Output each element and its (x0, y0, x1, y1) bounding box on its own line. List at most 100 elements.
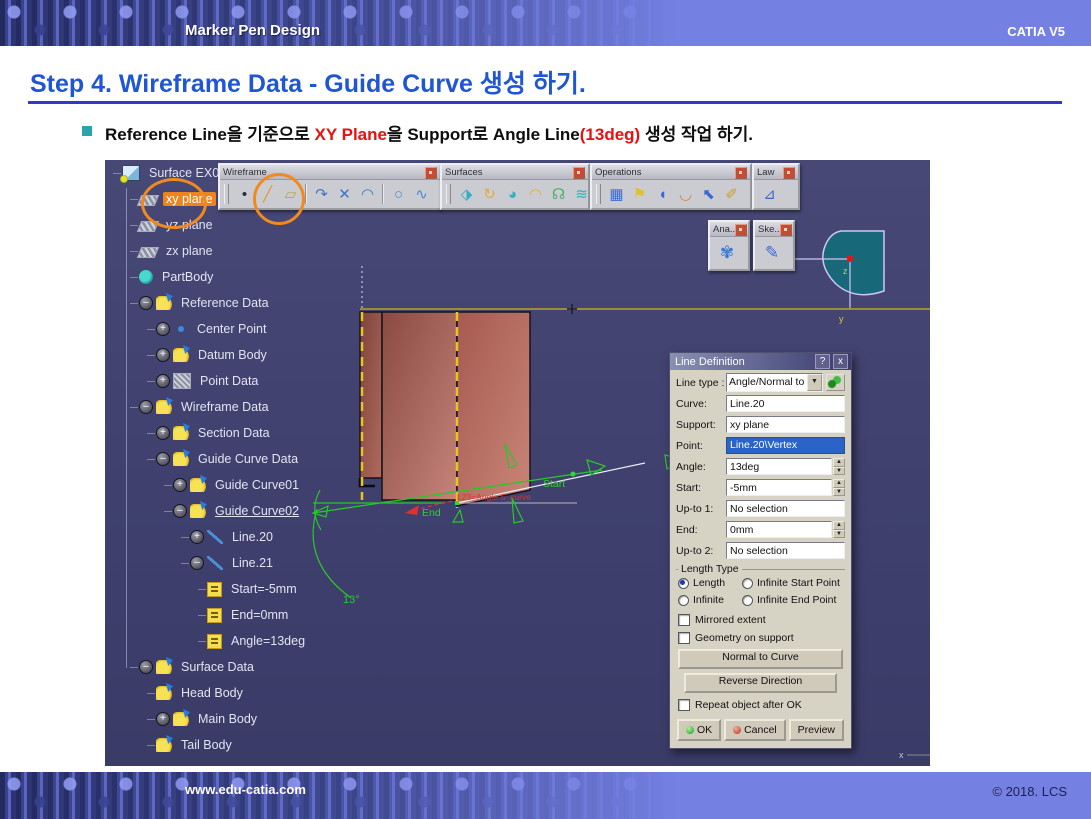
tree-item-label[interactable]: Guide Curve02 (212, 504, 302, 518)
tree-item-label[interactable]: Section Data (195, 426, 273, 440)
tree-item-label[interactable]: Datum Body (195, 348, 270, 362)
sketch-icon[interactable]: ✎ (759, 240, 785, 266)
close-icon[interactable] (780, 224, 792, 236)
join-icon[interactable]: ▦ (605, 183, 628, 205)
line-type-select[interactable]: Angle/Normal to curve ▼ (726, 373, 823, 392)
end-spinner[interactable]: ▲▼ (833, 521, 845, 538)
tree-item-label[interactable]: Main Body (195, 712, 260, 726)
upto1-field[interactable] (726, 500, 845, 517)
expander-minus-icon[interactable]: – (156, 452, 170, 466)
offset-surface-icon[interactable]: ◠ (524, 183, 547, 205)
preview-button[interactable]: Preview (789, 719, 844, 741)
trim-icon[interactable]: ◖ (651, 183, 674, 205)
radio-infinite-start-point[interactable]: Infinite Start Point (742, 577, 843, 589)
checkbox-icon[interactable] (678, 632, 690, 644)
curvature-analysis-icon[interactable]: ✾ (714, 240, 740, 266)
tree-item-label[interactable]: Surface EX08 (146, 166, 229, 180)
tree-item-label[interactable]: Guide Curve Data (195, 452, 301, 466)
tree-item-label[interactable]: Angle=13deg (228, 634, 308, 648)
close-icon[interactable]: x (833, 354, 848, 369)
projection-curve-icon[interactable]: ↷ (310, 183, 333, 205)
split-icon[interactable]: ⚑ (628, 183, 651, 205)
expander-plus-icon[interactable]: + (156, 348, 170, 362)
close-icon[interactable] (425, 167, 437, 179)
tree-item-label[interactable]: End=0mm (228, 608, 291, 622)
toolbar-grip[interactable] (596, 184, 601, 204)
point-field[interactable]: Line.20\Vertex (726, 437, 845, 454)
expander-minus-icon[interactable]: – (139, 400, 153, 414)
tree-item-label[interactable]: Reference Data (178, 296, 272, 310)
tree-row: + Guide Curve01 (107, 472, 308, 498)
expander-plus-icon[interactable]: + (156, 712, 170, 726)
extrapolate-icon[interactable]: ✐ (720, 183, 743, 205)
end-field[interactable] (726, 521, 832, 538)
spline-icon[interactable]: ∿ (410, 183, 433, 205)
expander-plus-icon[interactable]: + (190, 530, 204, 544)
tree-item-label[interactable]: Tail Body (178, 738, 235, 752)
sphere-surface-icon[interactable]: ◕ (501, 183, 524, 205)
law-icon[interactable]: ⊿ (758, 183, 781, 205)
checkbox-mirrored-extent[interactable]: Mirrored extent (678, 614, 843, 626)
tree-item-label[interactable]: zx plane (163, 244, 216, 258)
revolve-surface-icon[interactable]: ↻ (478, 183, 501, 205)
start-spinner[interactable]: ▲▼ (833, 479, 845, 496)
circle-icon[interactable]: ○ (387, 183, 410, 205)
expander-minus-icon[interactable]: – (173, 504, 187, 518)
mode-toggle-icon[interactable] (826, 374, 845, 391)
upto2-field[interactable] (726, 542, 845, 559)
toolbar-grip[interactable] (446, 184, 451, 204)
tree-item-label[interactable]: Guide Curve01 (212, 478, 302, 492)
website-link[interactable]: www.edu-catia.com (185, 782, 306, 797)
tree-item-label[interactable]: Line.20 (229, 530, 276, 544)
close-icon[interactable] (735, 167, 747, 179)
radio-infinite-end-point[interactable]: Infinite End Point (742, 594, 843, 606)
start-field[interactable] (726, 479, 832, 496)
tree-item-label[interactable]: Surface Data (178, 660, 257, 674)
expander-minus-icon[interactable]: – (190, 556, 204, 570)
tree-item-label[interactable]: Head Body (178, 686, 246, 700)
ok-button[interactable]: OK (677, 719, 721, 741)
close-icon[interactable] (783, 167, 795, 179)
normal-to-curve-button[interactable]: Normal to Curve (678, 649, 843, 669)
cancel-button[interactable]: Cancel (724, 719, 786, 741)
extrude-surface-icon[interactable]: ⬗ (455, 183, 478, 205)
repeat-object-checkbox[interactable]: Repeat object after OK (678, 699, 843, 711)
expander-plus-icon[interactable]: + (156, 322, 170, 336)
close-icon[interactable] (573, 167, 585, 179)
close-icon[interactable] (735, 224, 747, 236)
tree-item-label[interactable]: Wireframe Data (178, 400, 272, 414)
tree-item-label[interactable]: Start=-5mm (228, 582, 300, 596)
toolbar-grip[interactable] (224, 184, 229, 204)
radio-infinite[interactable]: Infinite (678, 594, 742, 606)
intersection-curve-icon[interactable]: ✕ (333, 183, 356, 205)
help-icon[interactable]: ? (815, 354, 830, 369)
radio-length[interactable]: Length (678, 577, 742, 589)
expander-minus-icon[interactable]: – (139, 296, 153, 310)
expander-plus-icon[interactable]: + (173, 478, 187, 492)
radio-icon[interactable] (742, 578, 753, 589)
tree-item-label[interactable]: Line.21 (229, 556, 276, 570)
curve-field[interactable] (726, 395, 845, 412)
expander-minus-icon[interactable]: – (139, 660, 153, 674)
checkbox-icon[interactable] (678, 699, 690, 711)
angle-field[interactable] (726, 458, 832, 475)
radio-icon[interactable] (678, 578, 689, 589)
chevron-down-icon[interactable]: ▼ (807, 374, 822, 391)
support-field[interactable] (726, 416, 845, 433)
radio-icon[interactable] (742, 595, 753, 606)
reverse-direction-button[interactable]: Reverse Direction (684, 673, 837, 693)
tree-item-label[interactable]: Point Data (197, 374, 261, 388)
expander-plus-icon[interactable]: + (156, 374, 170, 388)
tree-item-label[interactable]: Center Point (194, 322, 269, 336)
checkbox-geometry-on-support[interactable]: Geometry on support (678, 632, 843, 644)
extract-icon[interactable]: ⬉ (697, 183, 720, 205)
sweep-surface-icon[interactable]: ☊ (547, 183, 570, 205)
boundary-icon[interactable]: ◡ (674, 183, 697, 205)
angle-spinner[interactable]: ▲▼ (833, 458, 845, 475)
parallel-curve-icon[interactable]: ◠ (356, 183, 379, 205)
dialog-titlebar[interactable]: Line Definition ? x (670, 353, 851, 370)
expander-plus-icon[interactable]: + (156, 426, 170, 440)
checkbox-icon[interactable] (678, 614, 690, 626)
tree-item-label[interactable]: PartBody (159, 270, 216, 284)
radio-icon[interactable] (678, 595, 689, 606)
